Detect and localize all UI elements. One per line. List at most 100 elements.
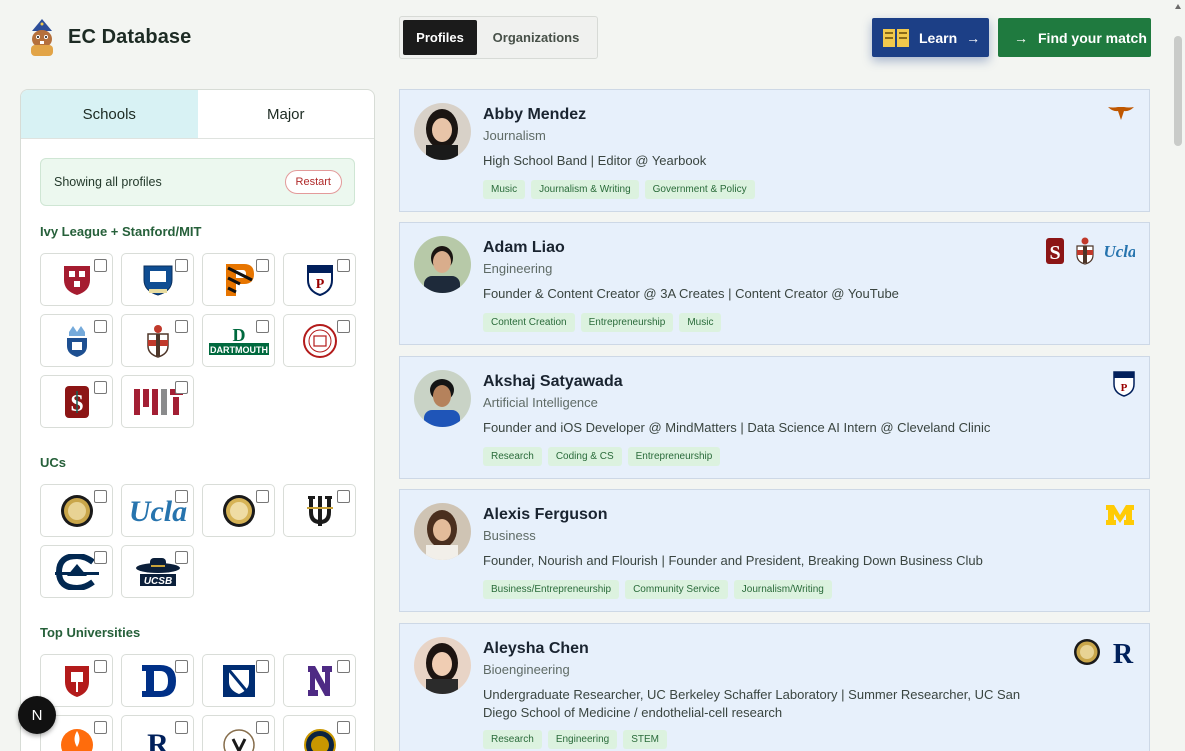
stanford-icon: S xyxy=(1046,238,1064,264)
checkbox[interactable] xyxy=(256,490,269,503)
school-grid-ivy: P D DARTMOUTH S xyxy=(40,253,356,428)
rice-r-icon: R xyxy=(147,728,169,751)
profile-description: Undergraduate Researcher, UC Berkeley Sc… xyxy=(483,687,1021,720)
school-tile-johns-hopkins[interactable] xyxy=(202,654,275,707)
checkbox[interactable] xyxy=(337,721,350,734)
learn-button[interactable]: Learn → xyxy=(872,18,989,57)
checkbox[interactable] xyxy=(337,660,350,673)
school-tile-princeton[interactable] xyxy=(202,253,275,306)
checkbox[interactable] xyxy=(94,551,107,564)
restart-button[interactable]: Restart xyxy=(284,170,342,194)
section-title-ivy: Ivy League + Stanford/MIT xyxy=(40,224,202,239)
svg-text:R: R xyxy=(147,728,169,751)
checkbox[interactable] xyxy=(94,381,107,394)
school-tile-brown[interactable] xyxy=(121,314,194,367)
school-tile-cornell-shield[interactable] xyxy=(40,654,113,707)
profile-card[interactable]: Adam Liao Engineering Founder & Content … xyxy=(399,222,1150,345)
profile-card[interactable]: Aleysha Chen Bioengineering Undergraduat… xyxy=(399,623,1150,751)
profile-card[interactable]: Abby Mendez Journalism High School Band … xyxy=(399,89,1150,212)
tab-schools[interactable]: Schools xyxy=(21,90,198,138)
checkbox[interactable] xyxy=(175,551,188,564)
profile-card[interactable]: Akshaj Satyawada Artificial Intelligence… xyxy=(399,356,1150,479)
tab-profiles[interactable]: Profiles xyxy=(403,20,477,55)
checkbox[interactable] xyxy=(256,721,269,734)
profile-major: Business xyxy=(483,528,536,543)
profile-description: High School Band | Editor @ Yearbook xyxy=(483,153,707,168)
checkbox[interactable] xyxy=(94,490,107,503)
penn-icon: P xyxy=(1113,371,1135,397)
tag: Content Creation xyxy=(483,313,575,332)
checkbox[interactable] xyxy=(175,490,188,503)
checkbox[interactable] xyxy=(94,259,107,272)
school-tile-uc-davis[interactable] xyxy=(40,545,113,598)
brown-shield-icon xyxy=(146,324,169,358)
app-logo[interactable]: EC Database xyxy=(26,17,191,57)
school-tile-cornell[interactable] xyxy=(283,314,356,367)
rice-icon: R xyxy=(1113,639,1134,666)
profile-name: Aleysha Chen xyxy=(483,640,589,657)
school-grid-top: R xyxy=(40,654,356,751)
arrow-right-icon: → xyxy=(966,29,981,46)
checkbox[interactable] xyxy=(337,490,350,503)
checkbox[interactable] xyxy=(175,381,188,394)
checkbox[interactable] xyxy=(256,259,269,272)
checkbox[interactable] xyxy=(94,660,107,673)
beaver-mascot-icon xyxy=(26,17,58,57)
scrollbar-thumb[interactable] xyxy=(1174,36,1182,146)
profile-card[interactable]: Alexis Ferguson Business Founder, Nouris… xyxy=(399,489,1150,612)
avatar xyxy=(414,503,471,560)
school-tile-vanderbilt[interactable] xyxy=(202,715,275,751)
next-badge[interactable]: N xyxy=(18,696,56,734)
tag: Government & Policy xyxy=(644,180,755,199)
school-tile-dartmouth[interactable]: D DARTMOUTH xyxy=(202,314,275,367)
school-tile-yale[interactable] xyxy=(121,253,194,306)
school-tile-uc-irvine[interactable] xyxy=(283,484,356,537)
checkbox[interactable] xyxy=(175,660,188,673)
section-title-top: Top Universities xyxy=(40,625,141,640)
checkbox[interactable] xyxy=(337,259,350,272)
svg-text:DARTMOUTH: DARTMOUTH xyxy=(210,345,268,355)
school-tile-northwestern[interactable] xyxy=(283,654,356,707)
tag: Community Service xyxy=(625,580,728,599)
checkbox[interactable] xyxy=(94,320,107,333)
school-tile-duke[interactable] xyxy=(121,654,194,707)
school-tile-uc-berkeley[interactable] xyxy=(40,484,113,537)
school-tile-ucsb[interactable]: UCSB xyxy=(121,545,194,598)
checkbox[interactable] xyxy=(256,660,269,673)
checkbox[interactable] xyxy=(175,721,188,734)
profile-name: Adam Liao xyxy=(483,239,565,256)
scroll-up-arrow-icon[interactable] xyxy=(1175,4,1181,9)
school-grid-ucs: Ucla UCSB xyxy=(40,484,356,598)
profile-name: Alexis Ferguson xyxy=(483,506,608,523)
school-tile-harvard[interactable] xyxy=(40,253,113,306)
shield-icon xyxy=(64,665,89,697)
school-tile-stanford[interactable]: S xyxy=(40,375,113,428)
tag: Entrepreneurship xyxy=(580,313,674,332)
tab-organizations[interactable]: Organizations xyxy=(481,20,591,55)
caltech-flame-icon xyxy=(60,728,93,751)
profile-major: Bioengineering xyxy=(483,662,570,677)
tag: Research xyxy=(483,730,542,749)
tab-major[interactable]: Major xyxy=(198,90,375,138)
cornell-seal-icon xyxy=(302,323,337,358)
checkbox[interactable] xyxy=(175,320,188,333)
svg-text:S: S xyxy=(1049,242,1060,264)
avatar xyxy=(414,103,471,160)
school-tile-columbia[interactable] xyxy=(40,314,113,367)
find-match-button[interactable]: → Find your match xyxy=(998,18,1151,57)
uc-seal-icon xyxy=(222,494,255,527)
checkbox[interactable] xyxy=(175,259,188,272)
svg-text:Ucla: Ucla xyxy=(1105,242,1135,261)
school-tile-notre-dame[interactable] xyxy=(283,715,356,751)
checkbox[interactable] xyxy=(256,320,269,333)
school-tile-uc-seal[interactable] xyxy=(202,484,275,537)
school-tile-penn[interactable]: P xyxy=(283,253,356,306)
school-tile-mit[interactable] xyxy=(121,375,194,428)
checkbox[interactable] xyxy=(94,721,107,734)
brown-icon xyxy=(1076,237,1094,265)
school-tile-ucla[interactable]: Ucla xyxy=(121,484,194,537)
tag: Music xyxy=(483,180,526,199)
tag: Journalism & Writing xyxy=(531,180,639,199)
checkbox[interactable] xyxy=(337,320,350,333)
school-tile-rice[interactable]: R xyxy=(121,715,194,751)
